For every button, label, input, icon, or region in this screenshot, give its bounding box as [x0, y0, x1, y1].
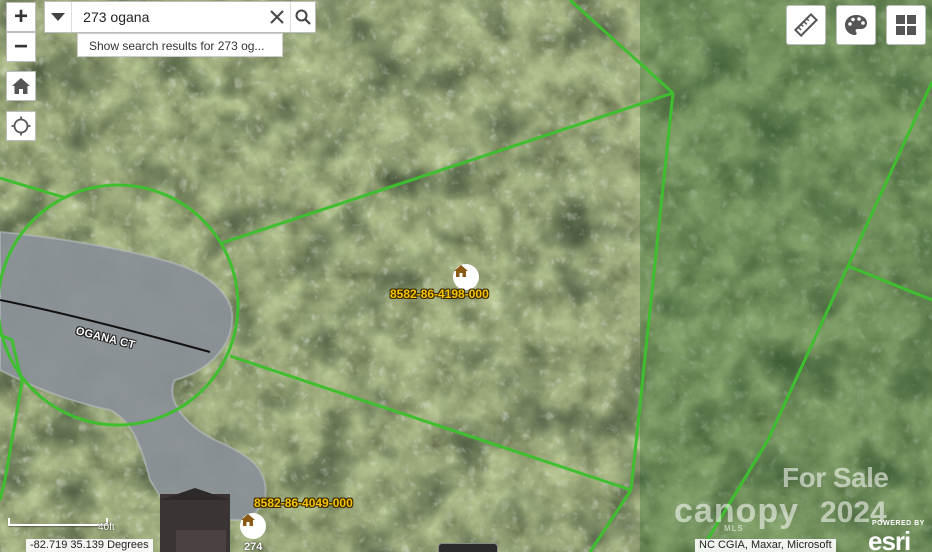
minus-icon: −: [13, 33, 28, 60]
zoom-out-button[interactable]: −: [6, 32, 36, 62]
zoom-controls: + −: [6, 2, 36, 62]
esri-logo: POWERED BY esri: [866, 518, 930, 552]
palette-icon: [845, 15, 867, 35]
basemap-gallery-button[interactable]: [886, 5, 926, 45]
close-icon: [270, 10, 284, 24]
search-input[interactable]: [72, 2, 265, 32]
measure-button[interactable]: [786, 5, 826, 45]
home-button[interactable]: [6, 71, 36, 101]
clear-search-button[interactable]: [264, 2, 289, 32]
plus-icon: +: [13, 3, 28, 30]
map-canvas[interactable]: OGANA CT 8582-86-4198-000 8582-86-4049-0…: [0, 0, 932, 552]
search-suggestion[interactable]: Show search results for 273 og...: [77, 33, 283, 57]
parcel-id-label[interactable]: 8582-86-4049-000: [254, 496, 353, 510]
parcel-id-label[interactable]: 8582-86-4198-000: [390, 287, 489, 301]
search-button[interactable]: [289, 2, 315, 32]
house-number-label: 274: [244, 541, 263, 552]
zoom-in-button[interactable]: +: [6, 2, 36, 32]
house-marker-icon[interactable]: [240, 513, 266, 539]
attribution-text: NC CGIA, Maxar, Microsoft: [695, 539, 836, 552]
scale-bar: [8, 518, 108, 526]
home-icon: [12, 78, 30, 94]
chevron-down-icon: [51, 13, 66, 21]
bottom-panel-handle[interactable]: [438, 543, 498, 552]
palette-button[interactable]: [836, 5, 876, 45]
locate-icon: [11, 116, 31, 136]
ruler-icon: [794, 13, 818, 37]
coordinate-readout: -82.719 35.139 Degrees: [26, 539, 153, 552]
search-source-dropdown[interactable]: [45, 2, 73, 32]
locate-button[interactable]: [6, 111, 36, 141]
scale-label: 40ft: [98, 522, 115, 533]
esri-wordmark: esri: [868, 526, 911, 552]
search-icon: [295, 9, 311, 25]
search-widget: [44, 1, 316, 33]
basemap-gallery-icon: [896, 15, 916, 35]
